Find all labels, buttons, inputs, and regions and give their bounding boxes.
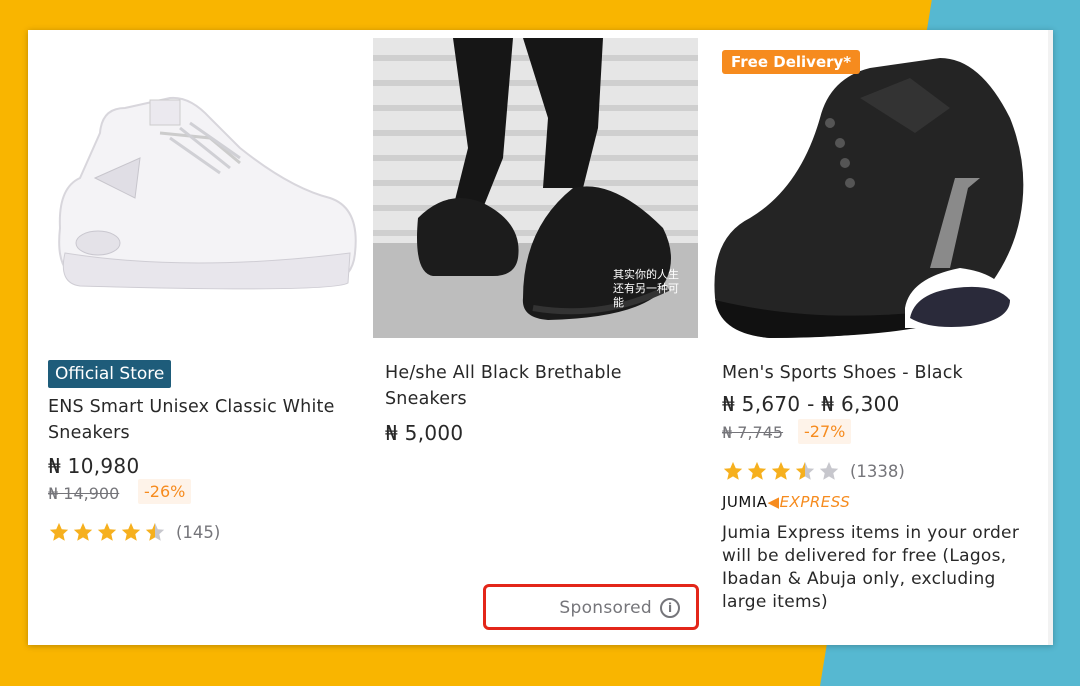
sports-shoe-image <box>710 38 1030 338</box>
product-image[interactable]: Free Delivery* <box>710 38 1030 338</box>
star-icon <box>723 461 743 480</box>
star-icon <box>747 461 767 480</box>
product-name[interactable]: ENS Smart Unisex Classic White Sneakers <box>48 394 335 446</box>
right-edge <box>1048 30 1053 645</box>
product-name-line: He/she All Black Brethable <box>385 363 622 383</box>
star-icon <box>73 522 93 541</box>
product-price: ₦ 10,980 <box>48 454 140 478</box>
product-name[interactable]: He/she All Black Brethable Sneakers <box>385 360 622 412</box>
product-card-3[interactable]: Free Delivery* Men's Sports Shoes - Blac… <box>710 30 1040 645</box>
product-name[interactable]: Men's Sports Shoes - Black <box>722 360 963 386</box>
old-price: ₦ 14,900 <box>48 484 120 503</box>
brand-jumia: JUMIA <box>722 493 768 511</box>
rating-stars: (145) <box>48 521 220 543</box>
star-icon <box>49 522 69 541</box>
star-icon <box>771 461 791 480</box>
product-name-line: Sneakers <box>48 423 130 443</box>
star-half-icon <box>795 461 815 480</box>
product-name-line: Sneakers <box>385 389 467 409</box>
product-price: ₦ 5,000 <box>385 421 464 445</box>
image-caption-text: 其实你的人生还有另一种可能 <box>613 268 679 309</box>
product-card-2[interactable]: 其实你的人生还有另一种可能 He/she All Black Brethable… <box>373 30 698 645</box>
white-sneaker-image <box>58 96 357 290</box>
discount-badge: -27% <box>798 419 852 444</box>
product-price: ₦ 5,670 - ₦ 6,300 <box>722 392 900 416</box>
sponsored-text: Sponsored <box>559 598 652 618</box>
brand-express: EXPRESS <box>779 493 851 511</box>
product-name-line: ENS Smart Unisex Classic White <box>48 397 335 417</box>
star-icon <box>121 522 141 541</box>
product-image[interactable] <box>40 38 358 338</box>
free-delivery-badge: Free Delivery* <box>722 50 861 74</box>
review-count: (145) <box>176 522 221 542</box>
sponsored-label[interactable]: Sponsored i <box>483 584 699 630</box>
star-empty-icon <box>819 461 839 480</box>
star-half-icon <box>145 522 165 541</box>
discount-badge: -26% <box>138 479 192 504</box>
express-delivery-note: Jumia Express items in your order will b… <box>722 523 1020 612</box>
product-image[interactable]: 其实你的人生还有另一种可能 <box>373 38 698 338</box>
review-count: (1338) <box>850 461 905 481</box>
old-price: ₦ 7,745 <box>722 423 784 442</box>
product-card-1[interactable]: Official Store ENS Smart Unisex Classic … <box>40 30 358 645</box>
express-arrow-icon: ◀ <box>767 493 780 511</box>
official-store-badge: Official Store <box>48 360 172 388</box>
star-icon <box>97 522 117 541</box>
product-carousel: Official Store ENS Smart Unisex Classic … <box>28 30 1053 645</box>
info-icon[interactable]: i <box>660 598 680 618</box>
rating-stars: (1338) <box>722 460 905 482</box>
jumia-express-logo: JUMIA◀EXPRESS <box>722 493 850 511</box>
